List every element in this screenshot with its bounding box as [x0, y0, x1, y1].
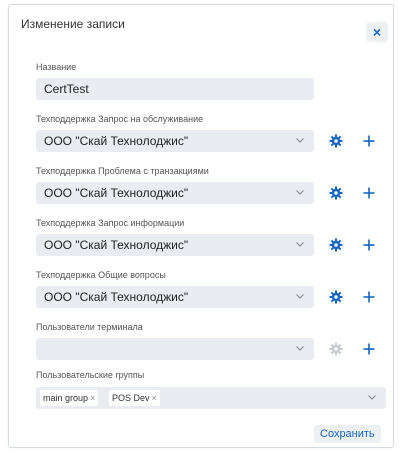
- select-label: Техподдержка Запрос информации: [36, 218, 185, 228]
- tag-remove-icon[interactable]: ×: [90, 393, 95, 403]
- select-label: Техподдержка Общие вопросы: [36, 270, 166, 280]
- select-value: ООО "Скай Технолоджис": [44, 238, 189, 252]
- chevron-down-icon[interactable]: [295, 343, 305, 353]
- select-value: ООО "Скай Технолоджис": [44, 134, 189, 148]
- plus-icon[interactable]: [362, 238, 376, 252]
- select-label: Техподдержка Запрос на обслуживание: [36, 114, 204, 124]
- chevron-down-icon[interactable]: [367, 392, 377, 402]
- plus-icon[interactable]: [362, 186, 376, 200]
- select-value: ООО "Скай Технолоджис": [44, 290, 189, 304]
- select-field[interactable]: [36, 338, 314, 360]
- dialog-title: Изменение записи: [21, 17, 125, 31]
- group-tag-label: main group: [43, 393, 89, 403]
- select-field[interactable]: ООО "Скай Технолоджис": [36, 234, 314, 256]
- chevron-down-icon[interactable]: [295, 239, 305, 249]
- group-tag-label: POS Dev: [112, 393, 150, 403]
- name-input-value: CertTest: [44, 82, 89, 96]
- plus-icon[interactable]: [362, 342, 376, 356]
- gear-icon[interactable]: [329, 290, 343, 304]
- gear-icon[interactable]: [329, 186, 343, 200]
- select-field[interactable]: ООО "Скай Технолоджис": [36, 182, 314, 204]
- save-button[interactable]: Сохранить: [314, 425, 381, 443]
- tag-remove-icon[interactable]: ×: [152, 393, 157, 403]
- select-label: Техподдержка Проблема с транзакциями: [36, 166, 209, 176]
- plus-icon[interactable]: [362, 290, 376, 304]
- chevron-down-icon[interactable]: [295, 135, 305, 145]
- gear-icon[interactable]: [329, 134, 343, 148]
- gear-icon[interactable]: [329, 238, 343, 252]
- select-field[interactable]: ООО "Скай Технолоджис": [36, 286, 314, 308]
- select-value: ООО "Скай Технолоджис": [44, 186, 189, 200]
- group-tag: POS Dev ×: [109, 390, 160, 406]
- plus-icon[interactable]: [362, 134, 376, 148]
- select-label: Пользователи терминала: [36, 322, 143, 332]
- chevron-down-icon[interactable]: [295, 291, 305, 301]
- select-field[interactable]: ООО "Скай Технолоджис": [36, 130, 314, 152]
- name-label: Название: [36, 62, 77, 72]
- close-button[interactable]: ×: [366, 22, 388, 42]
- name-input[interactable]: CertTest: [36, 78, 314, 100]
- user-groups-select[interactable]: main group × POS Dev ×: [36, 387, 386, 409]
- group-tag: main group ×: [40, 390, 99, 406]
- user-groups-label: Пользовательские группы: [36, 370, 145, 380]
- chevron-down-icon[interactable]: [295, 187, 305, 197]
- gear-icon: [329, 342, 343, 356]
- close-icon: ×: [372, 24, 382, 40]
